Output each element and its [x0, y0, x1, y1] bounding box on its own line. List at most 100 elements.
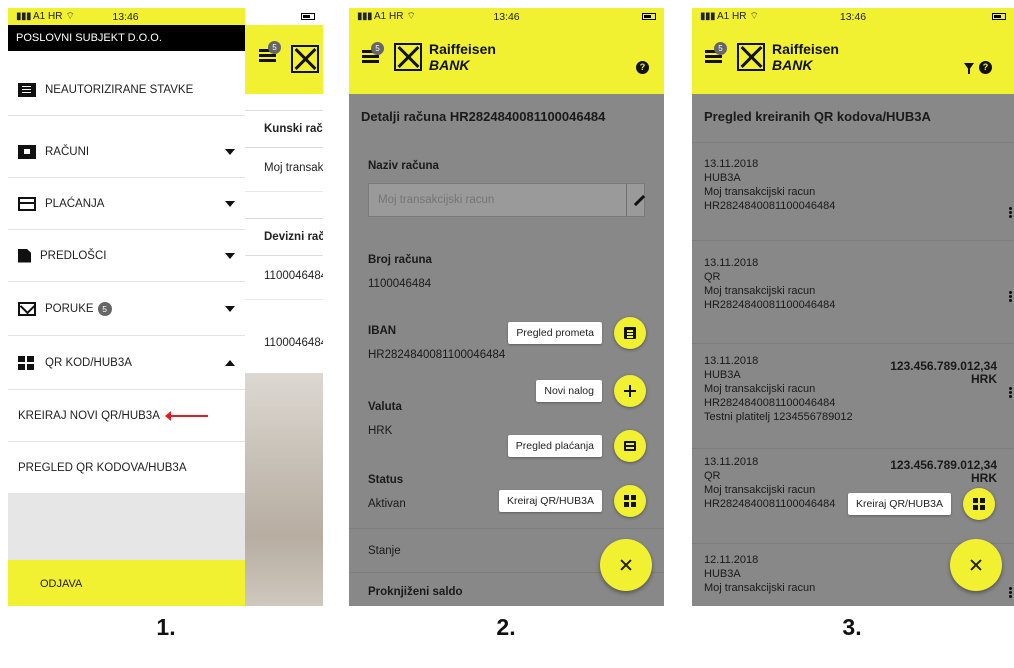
documents-icon: [624, 327, 636, 339]
menu-item-label: QR KOD/HUB3A: [45, 356, 132, 369]
menu-icon[interactable]: 5: [362, 42, 384, 64]
more-vertical-icon[interactable]: [1009, 587, 1012, 590]
logout-button[interactable]: ODJAVA: [8, 560, 245, 606]
brand-name: Raiffeisen: [429, 41, 496, 57]
field-label: IBAN: [368, 325, 397, 337]
wallet-icon: [18, 144, 36, 159]
fab-close-button[interactable]: [950, 539, 1002, 591]
phone-screen-3: ▮▮▮ A1 HR ⌔ 13:46 5 Raiffeisen BANK ? Pr…: [692, 8, 1014, 606]
fab-close-button[interactable]: [600, 539, 652, 591]
field-label: Proknjiženi saldo: [368, 586, 463, 598]
list-item[interactable]: 12.11.2018 HUB3A Moj transakcijski racun: [704, 553, 815, 595]
field-label: Stanje: [368, 545, 401, 557]
entry-iban: HR2824840081100046484: [704, 397, 836, 409]
menu-item-label: PORUKE: [45, 302, 94, 315]
menu-item-label: NEAUTORIZIRANE STAVKE: [45, 83, 194, 96]
chevron-down-icon: [225, 200, 235, 207]
battery-icon: [992, 13, 1006, 20]
background-row: Moj transakcij: [245, 148, 323, 192]
entry-date: 13.11.2018: [704, 158, 759, 170]
currency-value: HRK: [368, 425, 393, 437]
background-section-title: Kunski raču: [245, 110, 323, 148]
entry-currency: HRK: [971, 471, 997, 485]
fab-review-turnover[interactable]: Pregled prometa: [508, 317, 646, 349]
list-item[interactable]: 13.11.2018 QR Moj transakcijski racun HR…: [704, 455, 835, 511]
menu-item-label: PREDLOŠCI: [40, 249, 107, 262]
submenu-review-qr[interactable]: PREGLED QR KODOVA/HUB3A: [8, 442, 245, 494]
more-vertical-icon[interactable]: [1009, 207, 1012, 210]
menu-item-payments[interactable]: PLAĆANJA: [8, 178, 245, 230]
chevron-down-icon: [225, 252, 235, 259]
submenu-label: PREGLED QR KODOVA/HUB3A: [18, 461, 187, 474]
drawer-spacer: [8, 494, 245, 560]
list-item[interactable]: 13.11.2018 QR Moj transakcijski racun HR…: [704, 256, 835, 312]
card-icon: [624, 441, 636, 451]
step-label-3: 3.: [842, 614, 862, 640]
step-label-2: 2.: [496, 614, 516, 640]
filter-icon[interactable]: [964, 63, 974, 74]
fab-label: Novi nalog: [536, 380, 602, 402]
plus-icon: [624, 385, 636, 397]
brand-name: Raiffeisen: [772, 41, 839, 57]
more-vertical-icon[interactable]: [1009, 387, 1012, 390]
field-separator: [626, 184, 627, 216]
submenu-create-qr[interactable]: KREIRAJ NOVI QR/HUB3A: [8, 390, 245, 442]
fab-mini[interactable]: [614, 430, 646, 462]
entry-type: QR: [704, 271, 721, 283]
fab-create-qr[interactable]: Kreiraj QR/HUB3A: [499, 485, 646, 517]
raiffeisen-logo-icon: [737, 43, 765, 71]
battery-icon: [642, 13, 656, 20]
raiffeisen-logo-icon: [394, 43, 422, 71]
entry-amount-block: 123.456.789.012,34 HRK: [890, 360, 997, 386]
help-icon[interactable]: ?: [636, 61, 649, 74]
background-row: 1100046484 U: [245, 323, 323, 367]
phone-screen-1: 5 Kunski raču Moj transakcij Devizni rač…: [8, 8, 323, 606]
menu-badge: 5: [371, 42, 384, 55]
chevron-up-icon: [225, 359, 235, 366]
pencil-icon[interactable]: [633, 194, 646, 207]
entry-amount-block: 123.456.789.012,34 HRK: [890, 459, 997, 485]
more-vertical-icon[interactable]: [1009, 291, 1012, 294]
qr-code-icon: [624, 495, 636, 507]
qr-code-icon: [973, 498, 985, 510]
red-arrow-icon: [164, 410, 208, 421]
field-label: Valuta: [368, 401, 402, 413]
menu-icon[interactable]: 5: [705, 42, 727, 64]
entry-account-name: Moj transakcijski racun: [704, 484, 816, 496]
entry-account-name: Moj transakcijski racun: [704, 186, 816, 198]
entry-iban: HR2824840081100046484: [704, 200, 836, 212]
menu-badge: 5: [714, 42, 727, 55]
menu-item-qr[interactable]: QR KOD/HUB3A: [8, 336, 245, 390]
fab-label: Kreiraj QR/HUB3A: [499, 490, 602, 512]
account-name-field[interactable]: [368, 183, 646, 217]
menu-item-templates[interactable]: PREDLOŠCI: [8, 230, 245, 282]
list-item[interactable]: 13.11.2018 HUB3A Moj transakcijski racun…: [704, 157, 835, 213]
entry-type: HUB3A: [704, 568, 741, 580]
fab-label: Kreiraj QR/HUB3A: [848, 493, 951, 515]
submenu-label: KREIRAJ NOVI QR/HUB3A: [18, 409, 160, 422]
help-icon[interactable]: ?: [979, 61, 992, 74]
fab-mini[interactable]: [614, 317, 646, 349]
fab-mini[interactable]: [614, 485, 646, 517]
fab-review-payments[interactable]: Pregled plaćanja: [507, 430, 646, 462]
menu-item-label: PLAĆANJA: [45, 197, 105, 210]
fab-label: Pregled prometa: [508, 322, 602, 344]
fab-mini[interactable]: [614, 375, 646, 407]
fab-mini[interactable]: [963, 488, 995, 520]
divider: [692, 448, 1014, 449]
page-title: Pregled kreiranih QR kodova/HUB3A: [704, 109, 931, 124]
menu-item-accounts[interactable]: RAČUNI: [8, 126, 245, 178]
fab-create-qr[interactable]: Kreiraj QR/HUB3A: [848, 488, 995, 520]
menu-item-messages[interactable]: PORUKE 5: [8, 282, 245, 336]
app-header: 5 Raiffeisen BANK ?: [692, 25, 1014, 94]
fab-new-order[interactable]: Novi nalog: [536, 375, 646, 407]
documents-icon: [18, 82, 36, 97]
menu-item-unauthorized[interactable]: NEAUTORIZIRANE STAVKE: [8, 64, 245, 116]
entry-payer: Testni platitelj 1234556789012: [704, 411, 853, 423]
field-label: Status: [368, 474, 404, 486]
entry-type: HUB3A: [704, 369, 741, 381]
account-name-input[interactable]: [369, 184, 609, 216]
list-item[interactable]: 13.11.2018 HUB3A Moj transakcijski racun…: [704, 354, 853, 424]
qr-code-icon: [18, 355, 36, 370]
status-value: Aktivan: [368, 498, 406, 510]
